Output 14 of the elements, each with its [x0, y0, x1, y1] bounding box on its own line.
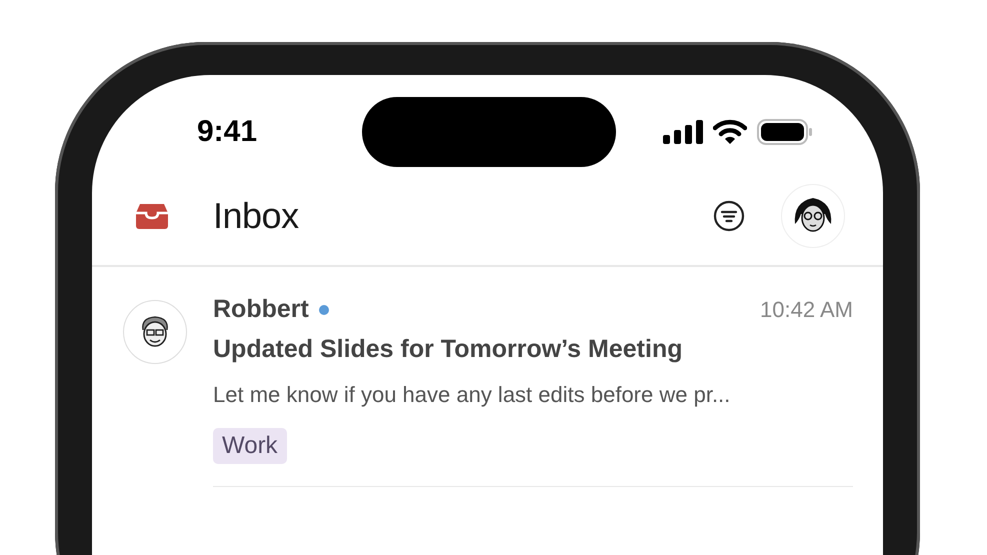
wifi-icon: [713, 119, 747, 145]
battery-icon: [757, 119, 813, 145]
filter-icon[interactable]: [713, 200, 745, 232]
inbox-title: Inbox: [213, 195, 299, 237]
status-time: 9:41: [197, 115, 258, 149]
sender-avatar: [123, 300, 187, 364]
sender-name: Robbert: [213, 295, 309, 324]
email-time: 10:42 AM: [760, 296, 853, 322]
inbox-tray-icon[interactable]: [135, 203, 169, 229]
email-tag[interactable]: Work: [213, 428, 287, 464]
email-subject: Updated Slides for Tomorrow’s Meeting: [213, 334, 684, 364]
signal-icon: [663, 120, 703, 144]
profile-avatar[interactable]: [781, 184, 845, 248]
email-preview: Let me know if you have any last edits before we pr...: [213, 382, 732, 408]
